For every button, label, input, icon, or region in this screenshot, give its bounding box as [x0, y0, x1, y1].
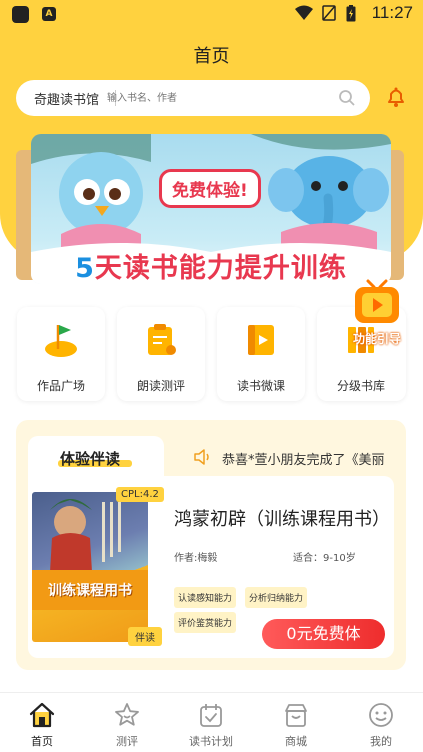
book-cover-title: 训练课程用书	[48, 583, 132, 599]
quick-action-label: 朗读测评	[136, 379, 185, 393]
banner-slogan-number: 5	[75, 253, 95, 284]
banner-slogan-text: 天读书能力提升训练	[94, 253, 347, 284]
feature-guide-button[interactable]: 功能引导	[346, 277, 408, 351]
skill-tag: 认读感知能力	[174, 587, 237, 608]
tv-guide-icon	[355, 279, 399, 323]
book-title[interactable]: 鸿蒙初辟（训练课程用书）	[174, 505, 396, 531]
feature-guide-label: 功能引导	[352, 332, 401, 346]
cpl-badge: CPL:4.2	[116, 487, 164, 502]
tab-assessment[interactable]: 测评	[85, 693, 169, 752]
tab-home[interactable]: 首页	[0, 693, 84, 752]
clock: 11:27	[371, 3, 413, 22]
tab-shop[interactable]: 商城	[254, 693, 338, 752]
tab-profile[interactable]: 我的	[339, 693, 423, 752]
search-input[interactable]	[107, 87, 307, 109]
tab-label: 我的	[370, 735, 392, 748]
book-age-range: 适合：9-10岁	[293, 553, 356, 564]
quick-action-reading-test[interactable]: 朗读测评	[117, 307, 205, 401]
banner-slogan: 5天读书能力提升训练	[31, 246, 391, 284]
banner-badge: 免费体验!	[159, 169, 261, 208]
shop-icon	[285, 704, 307, 727]
skill-tag: 分析归纳能力	[245, 587, 308, 608]
wifi-icon	[295, 5, 313, 20]
tab-label: 商城	[285, 735, 307, 748]
notification-icon	[12, 6, 29, 23]
flag-icon	[45, 325, 77, 357]
tab-label: 测评	[116, 735, 138, 748]
calendar-icon	[200, 704, 222, 727]
book-author: 作者:梅毅	[174, 553, 218, 564]
clipboard-icon	[148, 324, 176, 355]
skill-tag: 评价鉴赏能力	[174, 612, 237, 633]
quick-action-label: 作品广场	[36, 379, 85, 393]
profile-icon	[369, 703, 393, 727]
quick-action-label: 读书微课	[236, 379, 285, 393]
home-icon	[29, 702, 55, 728]
tab-label: 读书计划	[189, 735, 233, 748]
search-bar[interactable]: 奇趣读书馆	[16, 80, 370, 116]
announcement-ticker[interactable]: 恭喜*萱小朋友完成了《美丽	[222, 449, 404, 468]
book-icon	[248, 325, 274, 355]
library-selector[interactable]: 奇趣读书馆	[34, 89, 99, 108]
status-bar: A 11:27	[0, 0, 423, 28]
page-title: 首页	[193, 46, 230, 67]
quick-action-works[interactable]: 作品广场	[17, 307, 105, 401]
tab-label: 首页	[31, 735, 53, 748]
free-trial-button[interactable]: 0元免费体	[262, 619, 385, 649]
book-cover[interactable]: 训练课程用书	[32, 492, 148, 642]
battery-icon	[346, 5, 356, 22]
book-cover-art	[50, 499, 121, 572]
companion-tag: 伴读	[128, 627, 162, 646]
promo-banner[interactable]: 免费体验! 5天读书能力提升训练	[31, 134, 391, 284]
bottom-tab-bar: 首页 测评 读书计划 商城 我的	[0, 692, 423, 752]
search-icon[interactable]	[338, 89, 356, 107]
quick-action-micro-course[interactable]: 读书微课	[217, 307, 305, 401]
trial-card-title: 体验伴读	[60, 450, 121, 468]
signal-off-icon	[322, 5, 336, 21]
star-icon	[115, 703, 139, 726]
tab-reading-plan[interactable]: 读书计划	[169, 693, 253, 752]
bell-icon[interactable]	[385, 86, 407, 108]
app-notification-icon: A	[42, 7, 56, 21]
speaker-icon	[194, 449, 209, 465]
quick-action-label: 分级书库	[336, 379, 385, 393]
